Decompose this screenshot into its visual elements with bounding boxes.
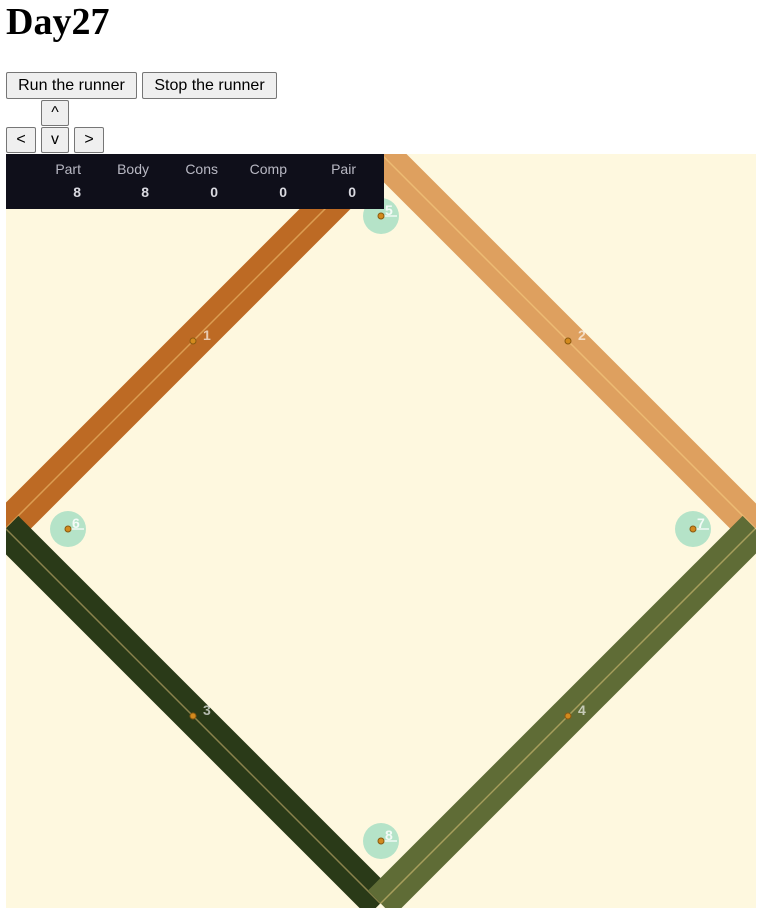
- stat-value: 8: [141, 184, 149, 200]
- ball-center-marker: [64, 525, 72, 533]
- wall-center-marker: [189, 337, 197, 345]
- wall-label: 1: [203, 327, 211, 343]
- wall-4: [367, 515, 756, 908]
- move-left-button[interactable]: <: [6, 127, 36, 153]
- stat-value: 8: [73, 184, 81, 200]
- scene-svg: 1 2 3 4 5 6 7 8: [6, 154, 756, 908]
- wall-1: [6, 154, 394, 542]
- ball-center-marker: [377, 837, 385, 845]
- page-title: Day27: [6, 1, 110, 43]
- stat-label: Body: [117, 161, 149, 177]
- wall-label: 3: [203, 702, 211, 718]
- stats-panel: Part 8 Body 8 Cons 0 Comp 0 Pair 0: [6, 154, 384, 209]
- stat-value: 0: [279, 184, 287, 200]
- ball-label: 7: [697, 515, 705, 531]
- wall-label: 2: [578, 327, 586, 343]
- stat-label: Pair: [331, 161, 356, 177]
- wall-center-marker: [189, 712, 197, 720]
- ball-center-marker: [377, 212, 385, 220]
- wall-label: 4: [578, 702, 586, 718]
- stop-runner-button[interactable]: Stop the runner: [142, 72, 277, 99]
- run-runner-button[interactable]: Run the runner: [6, 72, 137, 99]
- wall-2: [367, 154, 756, 542]
- move-right-button[interactable]: >: [74, 127, 104, 153]
- stat-label: Comp: [249, 161, 287, 177]
- ball-label: 6: [72, 515, 80, 531]
- wall-center-marker: [564, 712, 572, 720]
- move-down-button[interactable]: v: [41, 127, 69, 153]
- ball-label: 5: [385, 202, 393, 218]
- move-up-button[interactable]: ^: [41, 100, 69, 126]
- wall-3: [6, 515, 394, 908]
- stat-label: Part: [55, 161, 81, 177]
- physics-canvas[interactable]: 1 2 3 4 5 6 7 8: [6, 154, 756, 908]
- stat-value: 0: [210, 184, 218, 200]
- ball-center-marker: [689, 525, 697, 533]
- wall-center-marker: [564, 337, 572, 345]
- ball-label: 8: [385, 827, 393, 843]
- stat-label: Cons: [185, 161, 218, 177]
- stat-value: 0: [348, 184, 356, 200]
